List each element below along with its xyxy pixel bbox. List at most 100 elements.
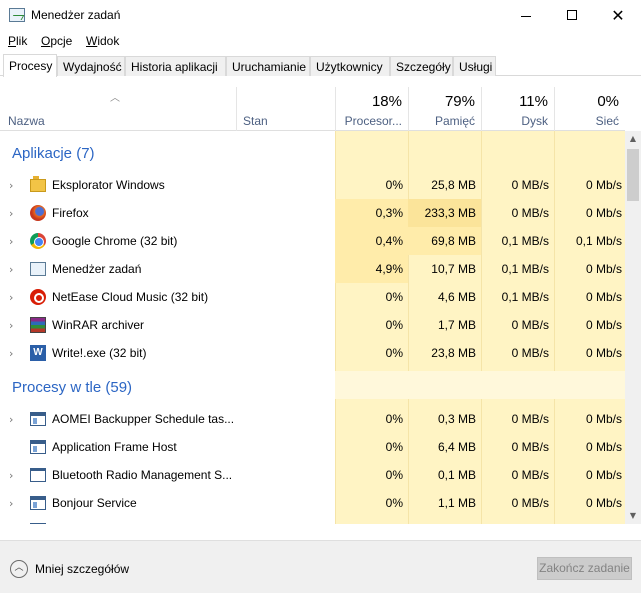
process-row[interactable]: › AOMEI Backupper Schedule tas... 0% 0,3… [0, 405, 625, 433]
network-value: 0 Mb/s [585, 262, 622, 276]
network-value: 0,1 Mb/s [575, 234, 622, 248]
column-disk[interactable]: 11% Dysk [481, 87, 554, 131]
service-icon [30, 412, 46, 426]
column-network[interactable]: 0% Sieć [554, 87, 625, 131]
memory-value: 0,3 MB [437, 412, 476, 426]
cpu-value: 4,9% [375, 262, 403, 276]
title-bar[interactable]: Menedżer zadań ✕ [0, 0, 641, 30]
minimize-icon [521, 15, 531, 17]
memory-value: 25,8 MB [431, 178, 476, 192]
process-name: NetEase Cloud Music (32 bit) [52, 290, 209, 304]
memory-value: 4,6 MB [437, 290, 476, 304]
process-list[interactable]: Aplikacje (7) › Eksplorator Windows 0% 2… [0, 131, 625, 524]
sort-up-icon: ︿ [110, 93, 120, 104]
disk-value: 0 MB/s [511, 412, 549, 426]
disk-value: 0 MB/s [511, 318, 549, 332]
process-row[interactable]: › W Write!.exe (32 bit) 0% 23,8 MB 0 MB/… [0, 339, 625, 367]
menu-file[interactable]: Plik [8, 34, 27, 48]
chevron-right-icon[interactable]: › [9, 291, 13, 304]
network-value: 0 Mb/s [585, 318, 622, 332]
cpu-value: 0% [385, 496, 403, 510]
chevron-right-icon[interactable]: › [9, 347, 13, 360]
maximize-icon [567, 10, 577, 20]
network-value: 0 Mb/s [585, 412, 622, 426]
network-value: 0 Mb/s [585, 346, 622, 360]
disk-value: 0,1 MB/s [501, 234, 549, 248]
memory-value: 23,8 MB [431, 346, 476, 360]
network-label: Sieć [595, 114, 619, 128]
chevron-right-icon[interactable]: › [9, 207, 13, 220]
process-name: Application Frame Host [52, 440, 177, 454]
cpu-label: Procesor... [344, 114, 402, 128]
memory-value: 10,7 MB [431, 262, 476, 276]
fewer-details-link[interactable]: Mniej szczegółów [35, 562, 129, 576]
memory-label: Pamięć [434, 114, 475, 128]
process-name: Bonjour Service [52, 496, 137, 510]
minimize-button[interactable] [503, 0, 549, 30]
scrollbar-thumb[interactable] [627, 149, 639, 201]
process-row[interactable] [0, 517, 625, 524]
cpu-value: 0% [385, 468, 403, 482]
process-name: Eksplorator Windows [52, 178, 165, 192]
process-name: Write!.exe (32 bit) [52, 346, 147, 360]
tab-performance[interactable]: Wydajność [57, 56, 125, 76]
group-header-background[interactable]: Procesy w tle (59) [0, 371, 625, 399]
tab-app-history[interactable]: Historia aplikacji [125, 56, 226, 76]
chevron-right-icon[interactable]: › [9, 235, 13, 248]
disk-value: 0 MB/s [511, 206, 549, 220]
process-name: Bluetooth Radio Management S... [52, 468, 233, 482]
firefox-icon [30, 205, 46, 221]
tab-startup[interactable]: Uruchamianie [226, 56, 310, 76]
close-button[interactable]: ✕ [595, 0, 641, 30]
task-manager-icon [9, 8, 25, 22]
scroll-down-arrow-icon[interactable]: ▼ [625, 508, 641, 524]
process-row[interactable]: › Bluetooth Radio Management S... 0% 0,1… [0, 461, 625, 489]
column-memory[interactable]: 79% Pamięć [408, 87, 481, 131]
tab-processes[interactable]: Procesy [3, 54, 57, 77]
column-status: Stan [243, 114, 268, 128]
service-icon [30, 523, 46, 524]
network-value: 0 Mb/s [585, 440, 622, 454]
chevron-right-icon[interactable]: › [9, 497, 13, 510]
process-row[interactable]: › Menedżer zadań 4,9% 10,7 MB 0,1 MB/s 0… [0, 255, 625, 283]
chevron-right-icon[interactable]: › [9, 319, 13, 332]
vertical-scrollbar[interactable]: ▲ ▼ [625, 131, 641, 524]
process-name: Firefox [52, 206, 89, 220]
tab-users[interactable]: Użytkownicy [310, 56, 390, 76]
folder-icon [30, 176, 46, 192]
process-row[interactable]: › WinRAR archiver 0% 1,7 MB 0 MB/s 0 Mb/… [0, 311, 625, 339]
group-header-apps[interactable]: Aplikacje (7) [0, 141, 625, 169]
chevron-right-icon[interactable]: › [9, 263, 13, 276]
menu-bar: Plik Opcje Widok [0, 30, 641, 52]
process-row[interactable]: › Google Chrome (32 bit) 0,4% 69,8 MB 0,… [0, 227, 625, 255]
chevron-right-icon[interactable]: › [9, 413, 13, 426]
scroll-up-arrow-icon[interactable]: ▲ [625, 131, 641, 147]
tab-details[interactable]: Szczegóły [390, 56, 453, 76]
column-cpu[interactable]: 18% Procesor... [335, 87, 408, 131]
tab-services[interactable]: Usługi [453, 56, 496, 76]
process-row[interactable]: › Eksplorator Windows 0% 25,8 MB 0 MB/s … [0, 171, 625, 199]
process-name: WinRAR archiver [52, 318, 145, 332]
winrar-icon [30, 317, 46, 333]
menu-view[interactable]: Widok [86, 34, 119, 48]
menu-options[interactable]: Opcje [41, 34, 72, 48]
cpu-value: 0% [385, 290, 403, 304]
column-status-cell[interactable]: Stan [236, 87, 335, 131]
memory-value: 69,8 MB [431, 234, 476, 248]
process-name: Menedżer zadań [52, 262, 142, 276]
maximize-button[interactable] [549, 0, 595, 30]
process-row[interactable]: › NetEase Cloud Music (32 bit) 0% 4,6 MB… [0, 283, 625, 311]
process-row[interactable]: Application Frame Host 0% 6,4 MB 0 MB/s … [0, 433, 625, 461]
chevron-up-icon[interactable]: ︿ [10, 560, 28, 578]
end-task-button[interactable]: Zakończ zadanie [537, 557, 632, 580]
chevron-right-icon[interactable]: › [9, 179, 13, 192]
column-name[interactable]: Nazwa [8, 114, 45, 128]
group-title-background: Procesy w tle (59) [12, 379, 133, 396]
process-row[interactable]: › Bonjour Service 0% 1,1 MB 0 MB/s 0 Mb/… [0, 489, 625, 517]
cpu-value: 0% [385, 412, 403, 426]
process-row[interactable]: › Firefox 0,3% 233,3 MB 0 MB/s 0 Mb/s [0, 199, 625, 227]
memory-value: 6,4 MB [437, 440, 476, 454]
process-name: AOMEI Backupper Schedule tas... [52, 412, 235, 426]
disk-percent: 11% [519, 93, 548, 110]
chevron-right-icon[interactable]: › [9, 469, 13, 482]
